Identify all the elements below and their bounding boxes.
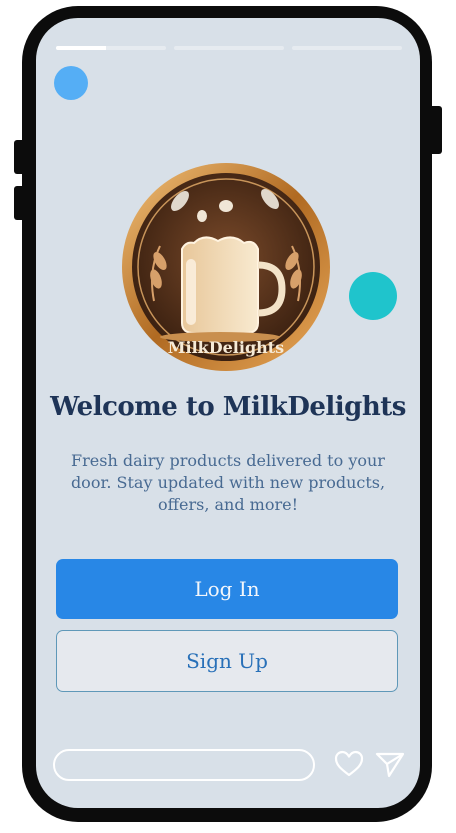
signup-button[interactable]: Sign Up (56, 630, 398, 692)
login-button[interactable]: Log In (56, 559, 398, 619)
brand-logo: MilkDelights (120, 161, 332, 373)
profile-avatar[interactable] (54, 66, 88, 100)
heart-icon[interactable] (333, 748, 365, 778)
phone-side-button-left-1 (14, 140, 26, 174)
welcome-description: Fresh dairy products delivered to your d… (70, 451, 386, 514)
logo-brand-text: MilkDelights (168, 338, 284, 357)
decorative-dot (349, 272, 397, 320)
phone-side-button-left-2 (14, 186, 26, 220)
story-progress-bars (56, 46, 402, 50)
phone-side-button-right (428, 106, 442, 154)
story-progress-segment (174, 46, 284, 50)
story-screen: MilkDelights Welcome to MilkDelights Fre… (36, 18, 420, 808)
story-progress-segment (292, 46, 402, 50)
message-input[interactable] (53, 749, 315, 781)
send-icon[interactable] (374, 749, 406, 779)
welcome-title: Welcome to MilkDelights (50, 392, 406, 422)
story-progress-segment (56, 46, 166, 50)
story-progress-fill (56, 46, 106, 50)
